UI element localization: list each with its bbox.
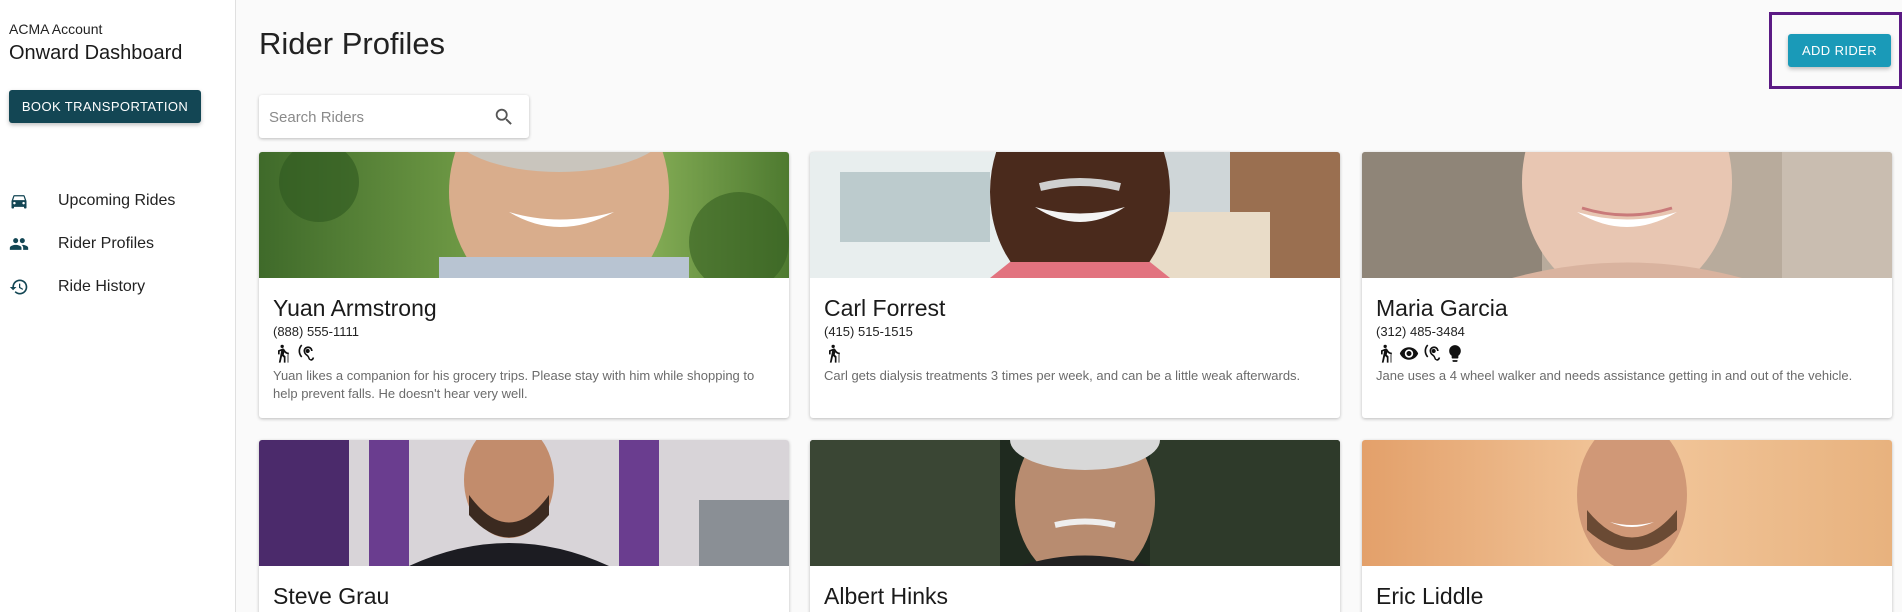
search-input[interactable] [269,106,479,128]
rider-notes: Carl gets dialysis treatments 3 times pe… [824,368,1301,383]
page-title: Rider Profiles [259,26,446,61]
rider-photo [1362,152,1892,278]
rider-card-eric-liddle[interactable]: Eric Liddle [1362,440,1892,612]
rider-photo [259,440,789,566]
rider-card-maria-garcia[interactable]: Maria Garcia (312) 485-3484 Jane uses a … [1362,152,1892,418]
rider-needs [1376,342,1465,364]
rider-needs [824,342,844,364]
rider-name: Maria Garcia [1376,295,1508,321]
rider-name: Carl Forrest [824,295,946,321]
rider-card-albert-hinks[interactable]: Albert Hinks [810,440,1340,612]
sidebar-item-upcoming-rides[interactable]: Upcoming Rides [0,184,236,218]
dashboard-title: Onward Dashboard [9,42,183,64]
rider-phone: (415) 515-1515 [824,324,913,339]
walking-cane-icon [824,342,844,364]
hearing-impaired-icon [1422,342,1442,364]
vision-icon [1399,342,1419,364]
rider-name: Steve Grau [273,583,390,609]
account-label: ACMA Account [9,21,103,37]
rider-notes: Jane uses a 4 wheel walker and needs ass… [1376,368,1853,383]
book-transportation-button[interactable]: BOOK TRANSPORTATION [9,90,201,123]
rider-photo [259,152,789,278]
sidebar-item-label: Rider Profiles [58,235,155,252]
sidebar-item-rider-profiles[interactable]: Rider Profiles [0,227,236,261]
history-icon [9,277,29,297]
rider-phone: (312) 485-3484 [1376,324,1465,339]
rider-notes: Yuan likes a companion for his grocery t… [273,368,755,401]
sidebar-item-label: Ride History [58,278,146,295]
rider-needs [273,342,316,364]
search-icon[interactable] [493,106,515,128]
rider-card-steve-grau[interactable]: Steve Grau [259,440,789,612]
sidebar: ACMA Account Onward Dashboard BOOK TRANS… [0,0,236,612]
rider-photo [810,440,1340,566]
rider-photo [1362,440,1892,566]
add-rider-button[interactable]: ADD RIDER [1788,34,1891,67]
search-box [259,95,529,138]
car-icon [9,191,29,211]
rider-phone: (888) 555-1111 [273,324,360,339]
rider-name: Yuan Armstrong [273,295,437,321]
rider-card-carl-forrest[interactable]: Carl Forrest (415) 515-1515 Carl gets di… [810,152,1340,418]
sidebar-item-label: Upcoming Rides [58,192,176,209]
rider-name: Eric Liddle [1376,583,1484,609]
rider-name: Albert Hinks [824,583,948,609]
walking-cane-icon [1376,342,1396,364]
rider-card-yuan-armstrong[interactable]: Yuan Armstrong (888) 555-1111 Yuan likes… [259,152,789,418]
rider-photo [810,152,1340,278]
sidebar-item-ride-history[interactable]: Ride History [0,270,236,304]
hearing-impaired-icon [296,342,316,364]
cognitive-icon [1445,342,1465,364]
walking-cane-icon [273,342,293,364]
people-icon [9,234,29,254]
